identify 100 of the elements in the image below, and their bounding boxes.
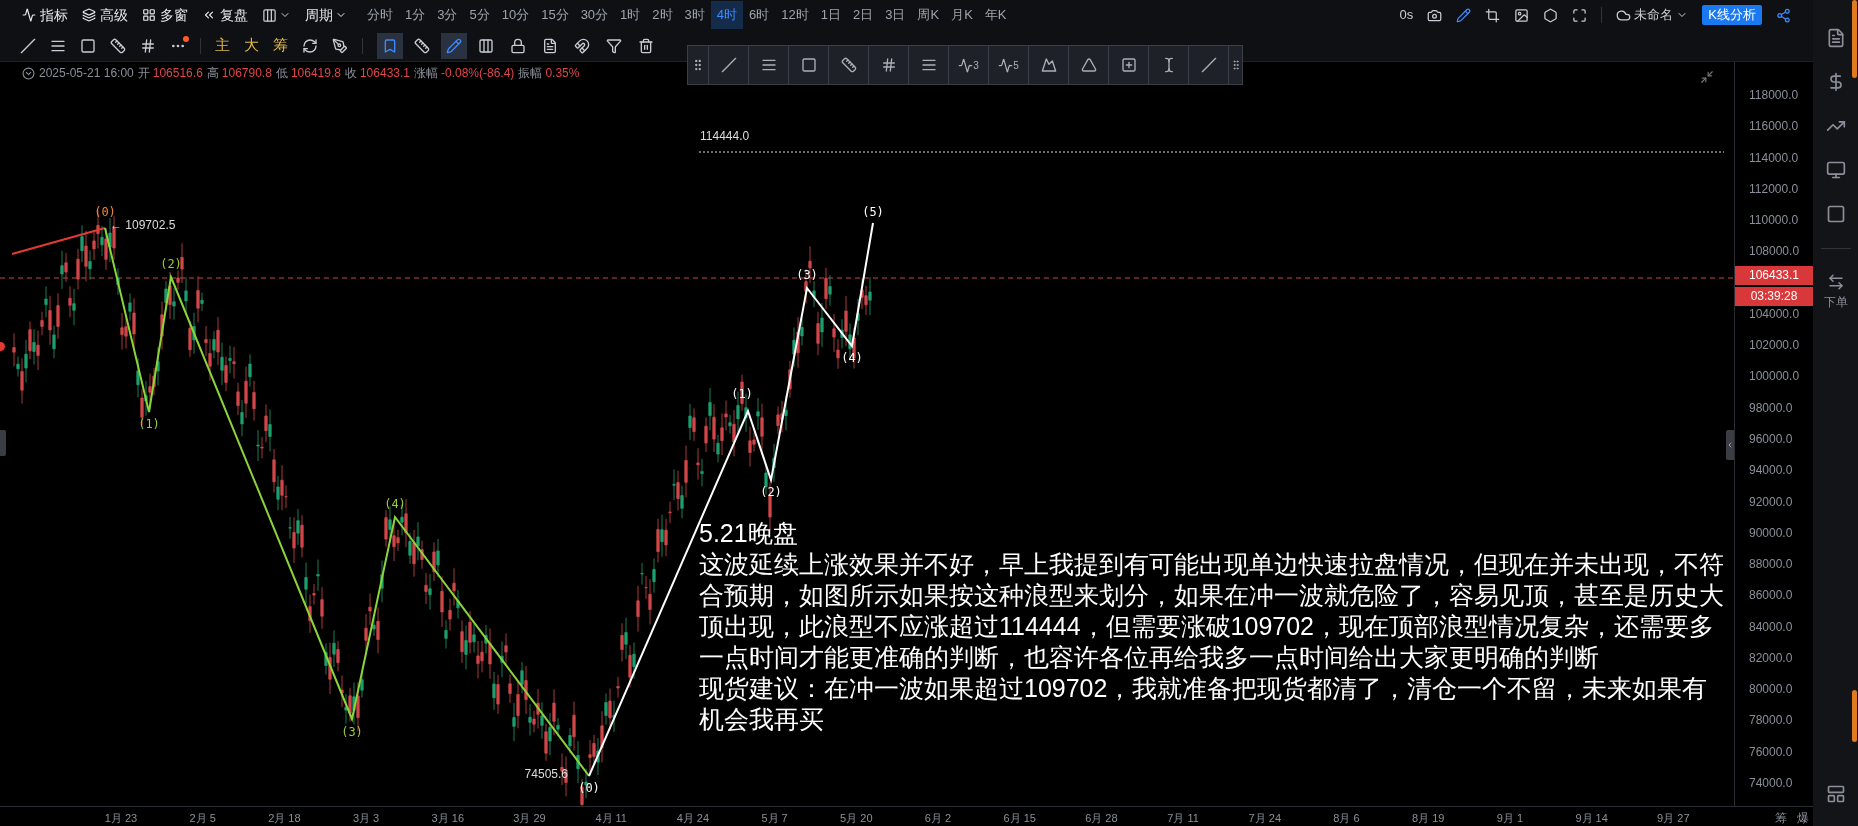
layers-icon (82, 8, 96, 22)
shrink-icon[interactable] (1700, 70, 1714, 84)
layout-icon[interactable] (1825, 784, 1846, 804)
indicator-button[interactable]: 大 (244, 34, 259, 57)
date-tick: 2月 5 (189, 811, 216, 826)
date-tick: 8月 19 (1412, 811, 1445, 826)
timeframe-tab[interactable]: 1日 (814, 1, 847, 29)
corner-button[interactable]: 筹 (1775, 809, 1787, 826)
price-tick: 94000.0 (1749, 463, 1793, 478)
price-tick: 88000.0 (1749, 557, 1793, 572)
camera-icon[interactable] (1427, 7, 1443, 23)
parallel-tool-icon[interactable] (140, 37, 156, 54)
timeframe-tab[interactable]: 10分 (495, 1, 536, 29)
line-tool-icon (720, 57, 737, 73)
timeframe-tab[interactable]: 3分 (431, 1, 464, 29)
order-button[interactable]: 下单 (1823, 273, 1848, 311)
period-dropdown[interactable]: 周期 (305, 4, 347, 26)
wave-label: (4) (384, 497, 406, 511)
scrollbar[interactable] (1852, 0, 1857, 78)
price-tick: 76000.0 (1749, 744, 1793, 759)
datetime-text: 2025-05-21 16:00 (39, 65, 134, 82)
ruler-tool-icon (840, 57, 857, 73)
timeframe-tab[interactable]: 4时 (710, 1, 744, 29)
timeframe-tab[interactable]: 12时 (775, 1, 815, 29)
price-tick: 112000.0 (1749, 181, 1799, 196)
status-text: 0s (1399, 6, 1414, 25)
timeframe-tab[interactable]: 1分 (399, 1, 432, 29)
trash-icon (638, 37, 654, 54)
timeframe-tab[interactable]: 6时 (743, 1, 776, 29)
date-tick: 4月 11 (595, 811, 627, 826)
scrollbar[interactable] (1852, 690, 1857, 742)
timeframe-tab[interactable]: 周K (911, 1, 946, 29)
card-icon[interactable] (1825, 204, 1846, 224)
price-tick: 102000.0 (1749, 338, 1800, 353)
price-tick: 74000.0 (1749, 776, 1793, 790)
timeframe-tab[interactable]: 分时 (361, 1, 399, 29)
timeframe-tab[interactable]: 2日 (847, 1, 880, 29)
price-tick: 92000.0 (1749, 494, 1793, 509)
date-tick: 5月 20 (840, 811, 873, 826)
ohlc-value: 106790.8 (221, 65, 272, 82)
share-icon[interactable] (1776, 7, 1791, 23)
ohlc-value: 106433.1 (359, 65, 410, 82)
wave-tool-button[interactable]: 5 (988, 46, 1028, 84)
ohlc-label: 低 (275, 65, 288, 82)
collapse-icon[interactable] (22, 66, 35, 80)
price-tick: 104000.0 (1749, 306, 1800, 321)
line-tool-icon[interactable] (20, 37, 36, 54)
wave-tool-button[interactable]: 3 (948, 46, 988, 84)
ohlc-value: -0.08%(-86.4) (441, 65, 515, 82)
timeframe-tab[interactable]: 30分 (574, 1, 615, 29)
date-tick: 7月 11 (1167, 811, 1199, 826)
monitor-icon[interactable] (1825, 160, 1846, 180)
wave-label: (3) (341, 725, 363, 739)
refresh-icon[interactable] (302, 37, 318, 54)
menu-button[interactable]: 指标 (22, 4, 68, 26)
date-tick: 9月 1 (1496, 811, 1524, 826)
ruler-tool-icon[interactable] (110, 37, 126, 54)
grid-icon (142, 8, 156, 22)
timeframe-tab[interactable]: 5分 (463, 1, 496, 29)
rectangle-tool-icon (800, 57, 817, 73)
tool-button[interactable] (441, 32, 467, 59)
ohlc-value: 106516.6 (152, 65, 203, 82)
last-price-tag: 106433.1 (1735, 265, 1813, 285)
indicator-button[interactable]: 筹 (273, 34, 288, 57)
timeframe-tab[interactable]: 1时 (614, 1, 647, 29)
image-icon[interactable] (1514, 7, 1530, 23)
pen-tool-icon[interactable] (332, 37, 348, 54)
pen-icon[interactable] (1456, 7, 1472, 23)
menu-button[interactable]: 多窗 (142, 4, 188, 26)
tool-button[interactable] (377, 32, 403, 59)
target-price-label: 114444.0 (700, 129, 750, 143)
indicator-button[interactable]: 主 (215, 34, 230, 57)
wave-label: (2) (760, 485, 782, 499)
timeframe-tab[interactable]: 3时 (678, 1, 711, 29)
box-tool-icon (1120, 57, 1137, 73)
price-tick: 110000.0 (1749, 213, 1799, 228)
timeframe-tab[interactable]: 2时 (646, 1, 679, 29)
price-tick: 100000.0 (1749, 369, 1800, 384)
menu-button[interactable]: 复盘 (202, 4, 248, 26)
note-paragraph: 这波延续上涨效果并不好，早上我提到有可能出现单边快速拉盘情况，但现在并未出现，不符合预期，如图所示如果按这种浪型来划分，如果在冲一波就危险了，容易见顶，甚至是历史大顶出现，此浪型不应涨超过114444，但需要涨破109702，现在顶部浪型情况复杂，还需要多一点时间才能更准确的判断，也容许各位再给我多一点时间给出大家更明确的判断 (699, 549, 1725, 673)
settings-icon[interactable] (1543, 7, 1559, 23)
layout-dropdown[interactable]: 未命名 (1616, 5, 1689, 25)
ohlc-value: 106419.8 (290, 65, 341, 82)
wave-icon (998, 57, 1014, 73)
date-tick: 8月 6 (1333, 811, 1360, 826)
crop-icon[interactable] (1485, 7, 1501, 23)
timeframe-tab[interactable]: 年K (978, 1, 1013, 29)
corner-button[interactable]: 爆 (1797, 809, 1809, 826)
analysis-button[interactable]: K线分析 (1702, 5, 1762, 25)
cloud-icon (1616, 7, 1632, 23)
rectangle-tool-icon[interactable] (80, 37, 96, 54)
chart-type-button[interactable] (262, 7, 291, 23)
price-tick: 98000.0 (1749, 400, 1793, 415)
timeframe-tab[interactable]: 15分 (535, 1, 575, 29)
document-icon (542, 37, 558, 54)
menu-button[interactable]: 高级 (82, 4, 128, 26)
timeframe-tab[interactable]: 3日 (879, 1, 912, 29)
timeframe-tab[interactable]: 月K (945, 1, 979, 29)
fullscreen-icon[interactable] (1572, 7, 1588, 23)
ohlc-label: 振幅 (518, 65, 543, 82)
